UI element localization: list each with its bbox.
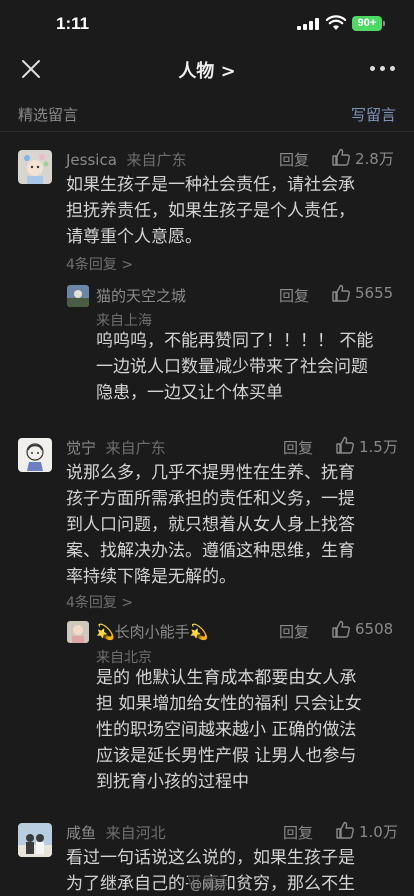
reply-author[interactable]: 💫长肉小能手💫: [96, 621, 208, 642]
like-count: 5655: [355, 284, 394, 302]
thumbs-up-icon: [336, 436, 354, 454]
more-options-icon[interactable]: [370, 66, 396, 72]
thumbs-up-icon: [332, 284, 350, 302]
thumbs-up-icon: [332, 620, 350, 638]
reply-location: 来自上海: [96, 313, 152, 329]
comment-author[interactable]: 觉宁 来自广东: [66, 437, 166, 458]
reply-button[interactable]: 回复: [283, 437, 313, 458]
section-title: 精选留言: [18, 106, 79, 124]
battery-indicator: 90+: [352, 16, 382, 31]
comment-text: 说那么多，几乎不提男性在生养、抚育 孩子方面所需承担的责任和义务，一提 到人口问题，…: [66, 463, 355, 587]
avatar[interactable]: [18, 823, 52, 857]
like-count: 2.8万: [355, 150, 394, 168]
reply-text: 呜呜呜，不能再赞同了！！！！ 不能 一边说人口数量减少带来了社会问题 隐患，一边又让…: [96, 331, 374, 403]
avatar[interactable]: [67, 621, 89, 643]
comment-text: 如果生孩子是一种社会责任，请社会承 担抚养责任，如果生孩子是个人责任， 请尊重个人意…: [66, 175, 355, 247]
status-time: 1:11: [56, 14, 90, 33]
comments-header: 精选留言 写留言: [0, 92, 414, 132]
avatar[interactable]: [67, 285, 89, 307]
like-count: 1.0万: [359, 823, 398, 841]
avatar[interactable]: [18, 150, 52, 184]
signal-icon: [297, 18, 321, 30]
watermark: @网易: [188, 876, 229, 893]
reply-text: 是的 他默认生育成本都要由女人承担 如果增加给女性的福利 只会让女 性的职场空间越…: [96, 668, 362, 792]
nav-bar: 人物 >: [0, 50, 414, 92]
comment-author[interactable]: 咸鱼 来自河北: [66, 822, 166, 843]
reply-button[interactable]: 回复: [283, 822, 313, 843]
like-count: 1.5万: [359, 438, 398, 456]
more-replies-link[interactable]: 4条回复 >: [66, 592, 133, 612]
reply-button[interactable]: 回复: [279, 621, 309, 642]
thumbs-up-icon: [336, 821, 354, 839]
reply-author[interactable]: 猫的天空之城: [96, 285, 186, 306]
reply-location: 来自北京: [96, 650, 152, 666]
avatar[interactable]: [18, 438, 52, 472]
write-comment-button[interactable]: 写留言: [351, 104, 396, 125]
battery-cap: [383, 21, 385, 26]
status-bar: 1:11 90+: [0, 0, 414, 50]
wifi-icon: [326, 15, 346, 30]
reply-button[interactable]: 回复: [279, 285, 309, 306]
thumbs-up-icon: [332, 148, 350, 166]
comment-author[interactable]: Jessica 来自广东: [66, 149, 186, 170]
page-title[interactable]: 人物 >: [0, 57, 414, 83]
reply-button[interactable]: 回复: [279, 149, 309, 170]
like-count: 6508: [355, 620, 394, 638]
more-replies-link[interactable]: 4条回复 >: [66, 254, 133, 274]
